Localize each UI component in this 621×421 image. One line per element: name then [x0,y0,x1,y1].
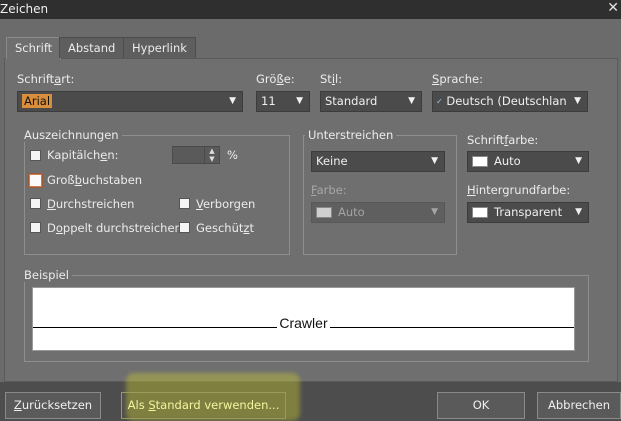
font-color-label: Schriftfarbe: [467,133,539,147]
tab-schrift[interactable]: Schrift [6,37,62,59]
preview-box: Crawler [32,287,575,351]
smallcaps-checkbox[interactable] [30,150,41,161]
underline-color-label: Farbe: [311,183,347,197]
chevron-down-icon: ▼ [575,207,582,217]
highlight-color-label: Hintergrundfarbe: [467,183,571,197]
strikethrough-checkbox[interactable] [30,198,41,209]
double-strike-label: Doppelt durchstreichen [47,221,182,235]
spellcheck-icon: ✓ [436,97,443,106]
protected-label: Geschützt [196,221,254,235]
underline-color-dropdown[interactable]: Auto ▼ [311,202,445,223]
language-value: Deutsch (Deutschlan [446,94,567,108]
font-family-value[interactable]: Arial [22,94,53,108]
double-strike-checkbox[interactable] [30,222,41,233]
font-size-label: Größe: [256,72,295,86]
stepper-down-icon[interactable]: ▼ [205,155,219,163]
smallcaps-label: Kapitälchen: [47,148,119,162]
emphasis-group-title: Auszeichnungen [21,128,122,142]
allcaps-label: Großbuchstaben [47,173,143,187]
font-family-label: Schriftart: [17,72,75,86]
chevron-down-icon: ▼ [431,207,438,217]
protected-checkbox[interactable] [179,222,190,233]
language-dropdown[interactable]: ✓ Deutsch (Deutschlan ▼ [432,91,588,112]
hidden-label: Verborgen [196,197,256,211]
window-title: Zeichen [0,2,49,16]
font-style-label: Stil: [320,72,343,86]
chevron-down-icon: ▼ [229,96,236,106]
chevron-down-icon: ▼ [575,156,582,166]
stepper-up-icon[interactable]: ▲ [205,147,219,155]
highlight-color-value: Transparent [494,205,563,219]
ok-button[interactable]: OK [437,392,525,419]
preview-text: Crawler [277,315,330,331]
color-swatch [316,207,332,218]
example-group-title: Beispiel [21,268,72,282]
chevron-down-icon: ▼ [408,96,415,106]
reset-button[interactable]: Zurücksetzen [5,392,101,419]
underline-style-dropdown[interactable]: Keine ▼ [311,151,445,172]
underline-color-value: Auto [338,205,365,219]
color-swatch [472,156,488,167]
font-size-dropdown[interactable]: 11 ▼ [256,91,310,112]
underline-style-value: Keine [316,154,348,168]
smallcaps-unit: % [227,148,238,162]
highlight-color-dropdown[interactable]: Transparent ▼ [467,202,589,223]
underline-group-title: Unterstreichen [305,128,397,142]
color-swatch [472,207,488,218]
font-style-value: Standard [325,94,378,108]
set-default-button[interactable]: Als Standard verwenden... [121,392,286,419]
hidden-checkbox[interactable] [179,198,190,209]
cancel-button[interactable]: Abbrechen [537,392,621,419]
font-size-value: 11 [261,94,276,108]
title-bar [0,0,621,19]
chevron-down-icon: ▼ [296,96,303,106]
font-color-dropdown[interactable]: Auto ▼ [467,151,589,172]
strikethrough-label: Durchstreichen [47,197,135,211]
font-family-dropdown[interactable]: Arial ▼ [17,91,243,112]
tab-hyperlink[interactable]: Hyperlink [123,37,196,58]
font-style-dropdown[interactable]: Standard ▼ [320,91,422,112]
chevron-down-icon: ▼ [431,156,438,166]
tab-abstand[interactable]: Abstand [59,37,125,58]
language-label: Sprache: [432,72,483,86]
font-color-value: Auto [494,154,521,168]
close-icon[interactable]: ✕ [607,0,619,16]
allcaps-checkbox[interactable] [29,174,42,187]
smallcaps-percent-stepper[interactable]: ▲ ▼ [172,146,220,164]
chevron-down-icon: ▼ [571,92,581,111]
